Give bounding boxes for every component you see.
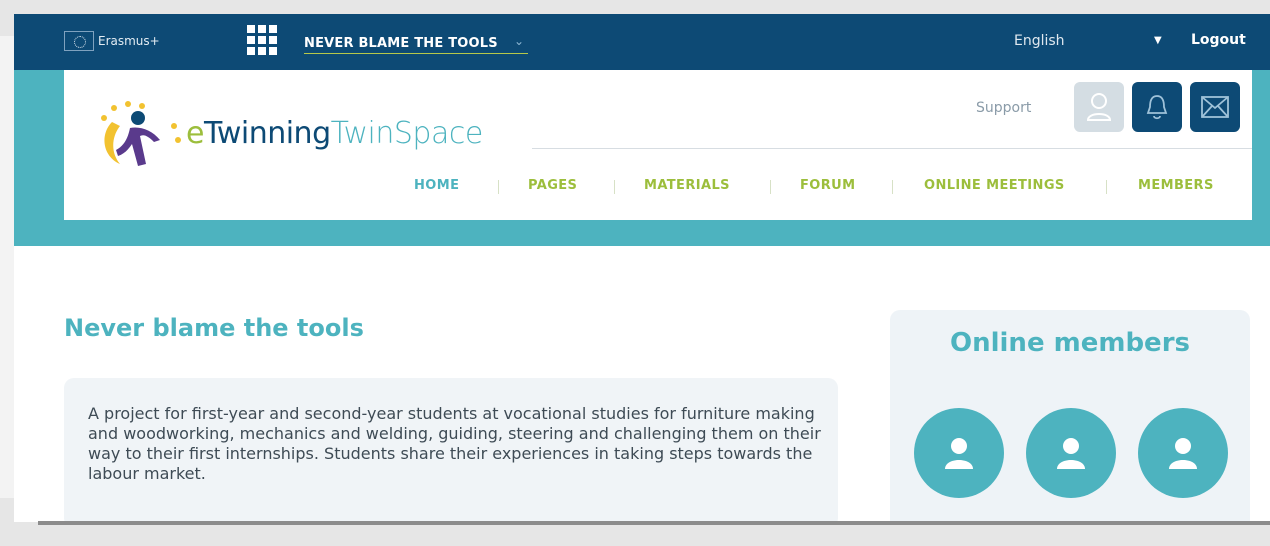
eu-flag-icon [64, 31, 94, 51]
user-icon [1057, 438, 1085, 469]
etwinning-wordmark[interactable]: eTwinningTwinSpace [186, 116, 483, 151]
apps-grid-icon[interactable] [247, 25, 277, 55]
etwinning-logo-icon[interactable] [94, 100, 184, 170]
notifications-button[interactable] [1132, 82, 1182, 132]
nav-materials[interactable]: MATERIALS [644, 178, 730, 193]
member-avatar[interactable] [1026, 408, 1116, 498]
page-title: Never blame the tools [64, 314, 364, 342]
logo-twinspace: TwinSpace [330, 116, 484, 151]
chevron-down-icon: ⌄ [513, 34, 524, 48]
member-avatar[interactable] [914, 408, 1004, 498]
main-nav: HOME PAGES MATERIALS FORUM ONLINE MEETIN… [404, 178, 1252, 198]
nav-separator [1106, 180, 1107, 194]
nav-home[interactable]: HOME [414, 178, 459, 193]
nav-forum[interactable]: FORUM [800, 178, 855, 193]
header-divider [532, 148, 1252, 149]
frame-shadow [0, 36, 14, 498]
frame-bottom-edge [38, 521, 1270, 525]
nav-members[interactable]: MEMBERS [1138, 178, 1214, 193]
nav-separator [498, 180, 499, 194]
nav-pages[interactable]: PAGES [528, 178, 577, 193]
user-icon [945, 438, 973, 469]
header-card: eTwinningTwinSpace Support HOME PAGES MA… [64, 70, 1252, 220]
top-bar: Erasmus+ NEVER BLAME THE TOOLS ⌄ English… [14, 14, 1270, 70]
erasmus-brand[interactable]: Erasmus+ [98, 34, 160, 48]
mail-icon [1201, 96, 1229, 118]
online-members-title: Online members [950, 328, 1190, 358]
nav-online-meetings[interactable]: ONLINE MEETINGS [924, 178, 1065, 193]
project-description: A project for first-year and second-year… [88, 404, 821, 483]
project-description-box: A project for first-year and second-year… [64, 378, 838, 522]
bell-icon [1146, 95, 1168, 120]
online-members-panel: Online members [890, 310, 1250, 522]
project-selector-label: NEVER BLAME THE TOOLS [304, 36, 498, 51]
caret-down-icon[interactable]: ▼ [1154, 35, 1162, 46]
logout-link[interactable]: Logout [1191, 32, 1246, 48]
user-icon [1086, 93, 1112, 121]
profile-button[interactable] [1074, 82, 1124, 132]
messages-button[interactable] [1190, 82, 1240, 132]
nav-separator [614, 180, 615, 194]
logo-e: e [186, 116, 204, 151]
project-selector[interactable]: NEVER BLAME THE TOOLS ⌄ [304, 32, 528, 54]
nav-separator [770, 180, 771, 194]
support-link[interactable]: Support [976, 100, 1031, 116]
member-avatar[interactable] [1138, 408, 1228, 498]
browser-page: Erasmus+ NEVER BLAME THE TOOLS ⌄ English… [14, 14, 1270, 522]
language-selector[interactable]: English [1014, 33, 1065, 49]
nav-separator [892, 180, 893, 194]
user-icon [1169, 438, 1197, 469]
logo-twinning: Twinning [203, 116, 331, 151]
